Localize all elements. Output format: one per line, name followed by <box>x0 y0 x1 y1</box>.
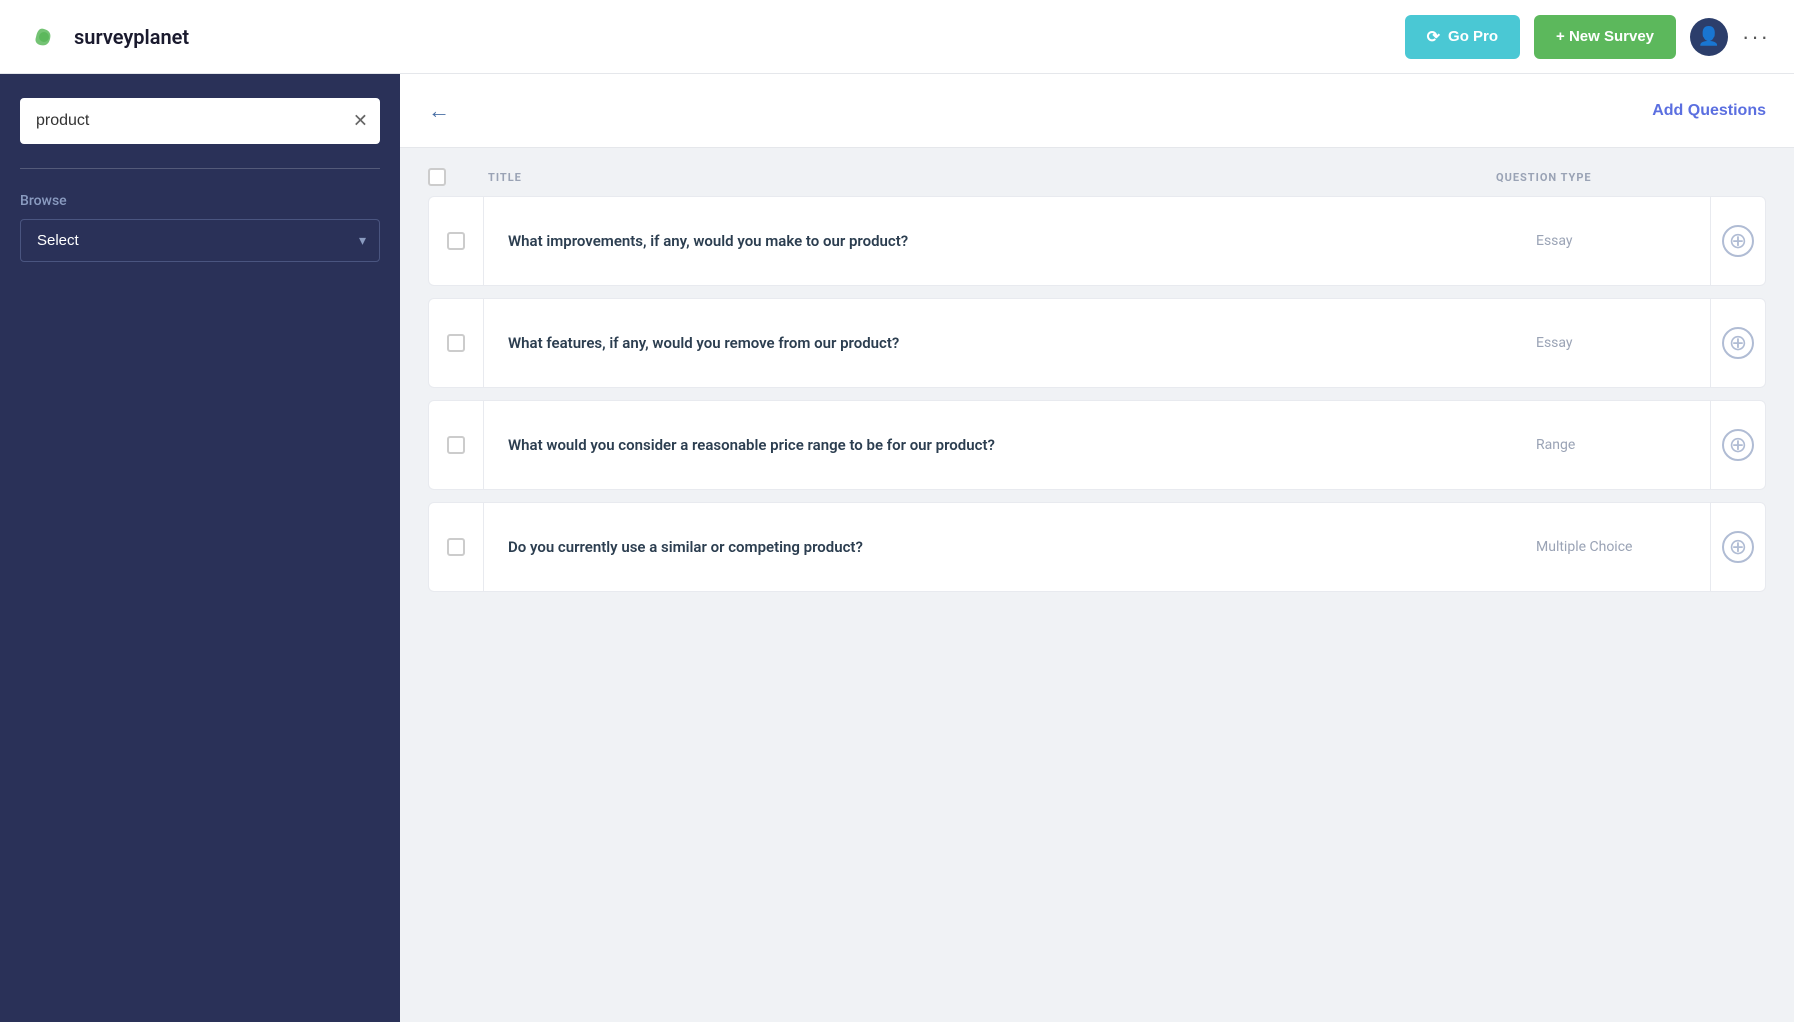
logo-text: surveyplanet <box>74 25 189 49</box>
new-survey-button[interactable]: + New Survey <box>1534 15 1676 59</box>
sub-header: ← Add Questions <box>400 74 1794 148</box>
row-2-type: Essay <box>1536 335 1686 351</box>
table-header: TITLE QUESTION TYPE <box>428 168 1766 196</box>
row-4-body: Do you currently use a similar or compet… <box>484 516 1710 579</box>
row-2-add-button[interactable] <box>1722 327 1754 359</box>
go-pro-button[interactable]: ⟳ Go Pro <box>1405 15 1520 59</box>
questions-area: TITLE QUESTION TYPE What improvements, i… <box>400 148 1794 1022</box>
row-check-col <box>429 503 484 591</box>
new-survey-label: + New Survey <box>1556 28 1654 45</box>
row-2-body: What features, if any, would you remove … <box>484 312 1710 375</box>
row-check-col <box>429 197 484 285</box>
row-3-checkbox[interactable] <box>447 436 465 454</box>
more-icon: ··· <box>1742 24 1770 49</box>
row-4-type: Multiple Choice <box>1536 539 1686 555</box>
header-check-col <box>428 168 468 186</box>
row-4-title: Do you currently use a similar or compet… <box>508 536 1536 559</box>
row-3-type: Range <box>1536 437 1686 453</box>
header-actions: ⟳ Go Pro + New Survey 👤 ··· <box>1405 15 1770 59</box>
add-questions-label: Add Questions <box>1652 102 1766 119</box>
select-all-checkbox[interactable] <box>428 168 446 186</box>
category-select[interactable]: Select Category 1 Category 2 Category 3 <box>20 219 380 262</box>
row-2-checkbox[interactable] <box>447 334 465 352</box>
search-clear-button[interactable]: ✕ <box>353 111 368 132</box>
row-4-action <box>1710 503 1765 591</box>
row-3-body: What would you consider a reasonable pri… <box>484 414 1710 477</box>
content-area: ← Add Questions TITLE QUESTION TYPE <box>400 74 1794 1022</box>
sidebar-divider <box>20 168 380 169</box>
row-1-body: What improvements, if any, would you mak… <box>484 210 1710 273</box>
row-4-add-button[interactable] <box>1722 531 1754 563</box>
logo: surveyplanet <box>24 17 189 57</box>
go-pro-icon: ⟳ <box>1427 27 1440 47</box>
search-box: ✕ <box>20 98 380 144</box>
table-row: Do you currently use a similar or compet… <box>428 502 1766 592</box>
col-type-header: QUESTION TYPE <box>1496 171 1696 184</box>
row-4-checkbox[interactable] <box>447 538 465 556</box>
select-wrapper: Select Category 1 Category 2 Category 3 <box>20 219 380 262</box>
browse-label: Browse <box>20 193 380 209</box>
table-row: What features, if any, would you remove … <box>428 298 1766 388</box>
row-1-add-button[interactable] <box>1722 225 1754 257</box>
search-input[interactable] <box>20 98 380 144</box>
sidebar: ✕ Browse Select Category 1 Category 2 Ca… <box>0 74 400 1022</box>
row-2-action <box>1710 299 1765 387</box>
row-2-title: What features, if any, would you remove … <box>508 332 1536 355</box>
table-row: What improvements, if any, would you mak… <box>428 196 1766 286</box>
table-row: What would you consider a reasonable pri… <box>428 400 1766 490</box>
back-icon: ← <box>428 98 450 124</box>
row-3-action <box>1710 401 1765 489</box>
logo-icon <box>24 17 64 57</box>
row-1-title: What improvements, if any, would you mak… <box>508 230 1536 253</box>
row-1-action <box>1710 197 1765 285</box>
app-header: surveyplanet ⟳ Go Pro + New Survey 👤 ··· <box>0 0 1794 74</box>
row-3-add-button[interactable] <box>1722 429 1754 461</box>
row-3-title: What would you consider a reasonable pri… <box>508 434 1536 457</box>
main-layout: ✕ Browse Select Category 1 Category 2 Ca… <box>0 74 1794 1022</box>
row-check-col <box>429 401 484 489</box>
back-button[interactable]: ← <box>428 98 450 124</box>
avatar-icon: 👤 <box>1698 26 1720 47</box>
row-1-type: Essay <box>1536 233 1686 249</box>
col-title-header: TITLE <box>488 171 1476 184</box>
more-options-button[interactable]: ··· <box>1742 24 1770 50</box>
go-pro-label: Go Pro <box>1448 28 1498 45</box>
add-questions-button[interactable]: Add Questions <box>1652 102 1766 120</box>
row-1-checkbox[interactable] <box>447 232 465 250</box>
row-check-col <box>429 299 484 387</box>
avatar-button[interactable]: 👤 <box>1690 18 1728 56</box>
